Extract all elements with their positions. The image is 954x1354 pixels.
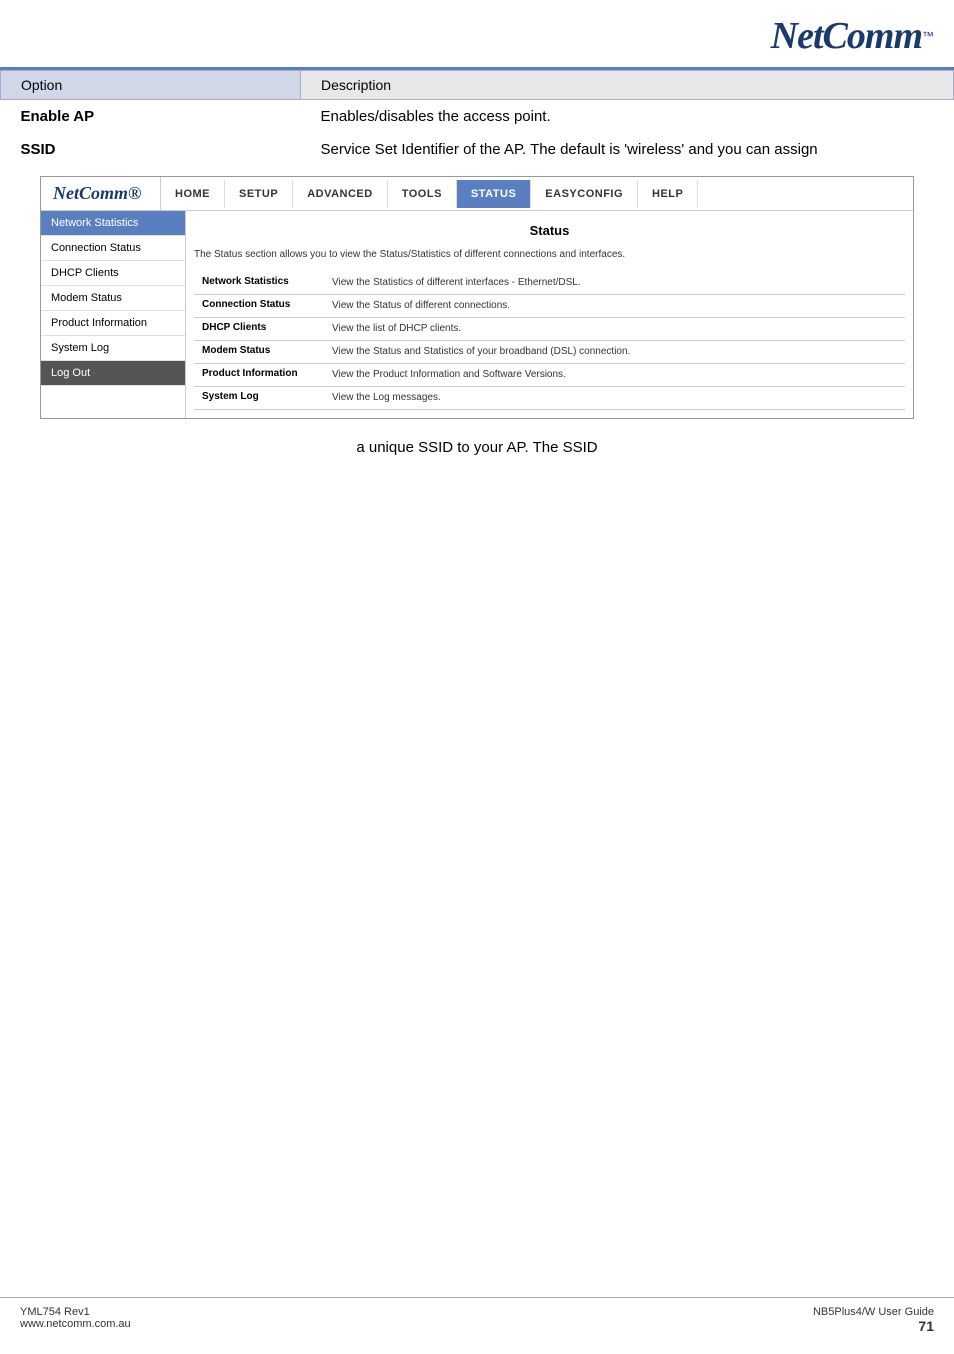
table-row: SSIDService Set Identifier of the AP. Th… (1, 133, 954, 166)
nav-item-home[interactable]: HOME (161, 180, 225, 208)
bottom-continuation-text: a unique SSID to your AP. The SSID (0, 429, 954, 466)
status-desc: View the Log messages. (324, 387, 905, 410)
nav-item-easyconfig[interactable]: EASYCONFIG (531, 180, 638, 208)
nav-item-status[interactable]: STATUS (457, 180, 531, 208)
status-row: DHCP ClientsView the list of DHCP client… (194, 318, 905, 341)
footer-left: YML754 Rev1 www.netcomm.com.au (20, 1306, 131, 1334)
netcomm-logo: NetComm™ (771, 14, 934, 58)
status-label: Connection Status (194, 295, 324, 318)
sidebar-item-log-out[interactable]: Log Out (41, 361, 185, 386)
status-table: Network StatisticsView the Statistics of… (194, 272, 905, 410)
col-option-header: Option (1, 71, 301, 100)
status-label: System Log (194, 387, 324, 410)
nav-item-advanced[interactable]: ADVANCED (293, 180, 388, 208)
option-description-table: Option Description Enable APEnables/disa… (0, 70, 954, 166)
status-desc: View the Status and Statistics of your b… (324, 341, 905, 364)
sidebar-item-dhcp-clients[interactable]: DHCP Clients (41, 261, 185, 286)
status-label: Network Statistics (194, 272, 324, 295)
option-label: Enable AP (1, 100, 301, 134)
status-desc: View the Status of different connections… (324, 295, 905, 318)
status-label: Product Information (194, 364, 324, 387)
logo-text: NetComm (771, 14, 922, 58)
nav-item-help[interactable]: HELP (638, 180, 698, 208)
nav-item-setup[interactable]: SETUP (225, 180, 293, 208)
page-number: 71 (813, 1318, 934, 1334)
option-description: Service Set Identifier of the AP. The de… (301, 133, 954, 166)
footer-revision: YML754 Rev1 (20, 1306, 131, 1318)
page-header: NetComm™ (0, 0, 954, 70)
status-desc: View the list of DHCP clients. (324, 318, 905, 341)
sidebar-item-product-information[interactable]: Product Information (41, 311, 185, 336)
status-row: System LogView the Log messages. (194, 387, 905, 410)
content-intro: The Status section allows you to view th… (194, 248, 905, 262)
status-desc: View the Product Information and Softwar… (324, 364, 905, 387)
footer-right: NB5Plus4/W User Guide 71 (813, 1306, 934, 1334)
status-row: Connection StatusView the Status of diff… (194, 295, 905, 318)
col-description-header: Description (301, 71, 954, 100)
footer-guide-name: NB5Plus4/W User Guide (813, 1306, 934, 1318)
content-area: Status The Status section allows you to … (186, 211, 913, 418)
footer-website: www.netcomm.com.au (20, 1318, 131, 1330)
status-desc: View the Statistics of different interfa… (324, 272, 905, 295)
nav-bar: NetComm® HOMESETUPADVANCEDTOOLSSTATUSEAS… (41, 177, 913, 211)
router-ui-screenshot: NetComm® HOMESETUPADVANCEDTOOLSSTATUSEAS… (40, 176, 914, 419)
sidebar: Network StatisticsConnection StatusDHCP … (41, 211, 186, 418)
page-footer: YML754 Rev1 www.netcomm.com.au NB5Plus4/… (0, 1297, 954, 1334)
content-title: Status (194, 219, 905, 242)
nav-items: HOMESETUPADVANCEDTOOLSSTATUSEASYCONFIGHE… (161, 180, 913, 208)
status-row: Modem StatusView the Status and Statisti… (194, 341, 905, 364)
sidebar-item-system-log[interactable]: System Log (41, 336, 185, 361)
sidebar-item-network-statistics[interactable]: Network Statistics (41, 211, 185, 236)
status-row: Network StatisticsView the Statistics of… (194, 272, 905, 295)
router-main: Network StatisticsConnection StatusDHCP … (41, 211, 913, 418)
logo-tm: ™ (922, 29, 934, 43)
sidebar-item-connection-status[interactable]: Connection Status (41, 236, 185, 261)
nav-item-tools[interactable]: TOOLS (388, 180, 457, 208)
status-row: Product InformationView the Product Info… (194, 364, 905, 387)
option-description: Enables/disables the access point. (301, 100, 954, 134)
sidebar-item-modem-status[interactable]: Modem Status (41, 286, 185, 311)
table-row: Enable APEnables/disables the access poi… (1, 100, 954, 134)
option-label: SSID (1, 133, 301, 166)
status-label: Modem Status (194, 341, 324, 364)
status-label: DHCP Clients (194, 318, 324, 341)
router-logo: NetComm® (41, 177, 161, 210)
